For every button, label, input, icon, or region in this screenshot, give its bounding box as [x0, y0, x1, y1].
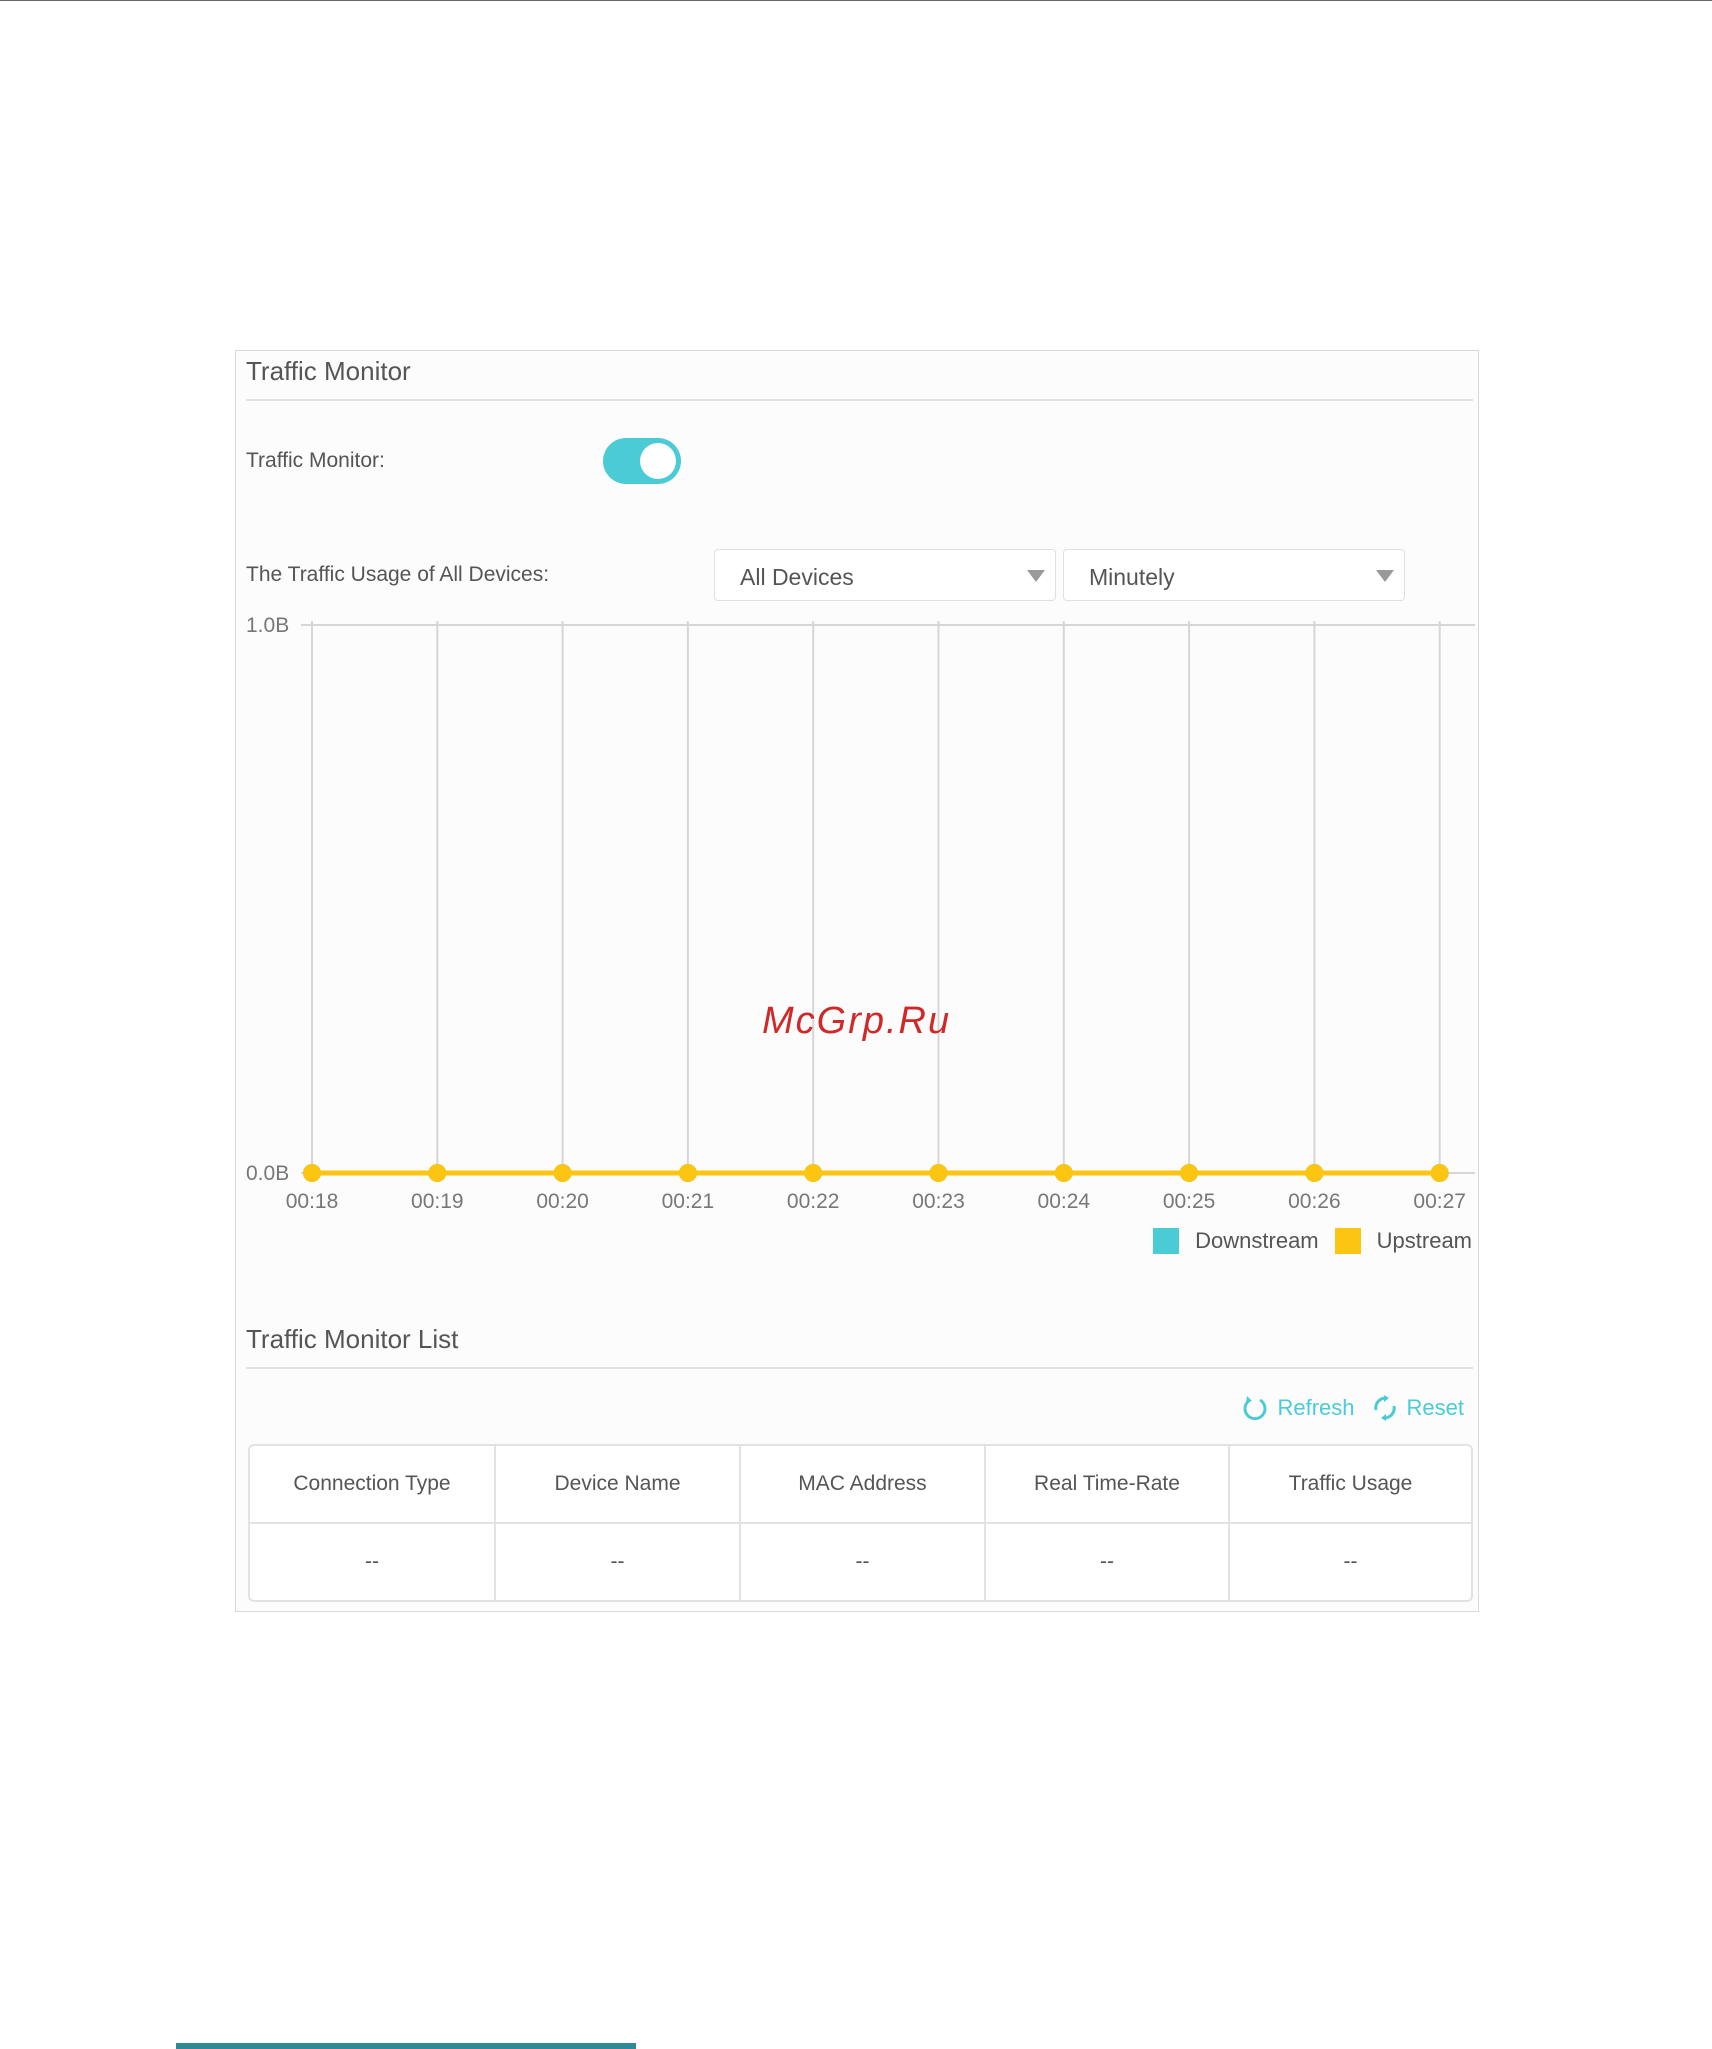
list-actions: Refresh Reset	[1225, 1394, 1464, 1422]
data-point	[553, 1164, 572, 1182]
table-cell: --	[496, 1524, 741, 1600]
legend-item: Downstream	[1153, 1228, 1319, 1254]
x-tick-label: 00:22	[787, 1190, 840, 1213]
x-tick-label: 00:23	[912, 1190, 965, 1213]
x-tick-label: 00:26	[1288, 1190, 1341, 1213]
legend-label: Downstream	[1195, 1228, 1319, 1253]
list-title-divider	[246, 1367, 1473, 1369]
data-point	[1430, 1164, 1449, 1182]
legend-swatch	[1334, 1228, 1361, 1254]
chart-legend: Downstream Upstream	[1137, 1228, 1472, 1254]
refresh-label: Refresh	[1277, 1395, 1355, 1420]
table-cell: --	[250, 1524, 496, 1600]
x-tick-label: 00:24	[1038, 1190, 1091, 1213]
traffic-monitor-table: Connection Type Device Name MAC Address …	[248, 1444, 1473, 1602]
reset-label: Reset	[1406, 1395, 1464, 1420]
reset-button[interactable]: Reset	[1371, 1394, 1464, 1422]
traffic-monitor-list-title: Traffic Monitor List	[246, 1324, 459, 1354]
y-tick-label: 0.0B	[246, 1162, 289, 1185]
legend-swatch	[1153, 1228, 1180, 1254]
page-top-rule	[0, 0, 1712, 1]
table-cell: --	[1343, 1550, 1358, 1573]
data-point	[428, 1164, 447, 1182]
data-point	[303, 1164, 321, 1182]
refresh-button[interactable]: Refresh	[1241, 1394, 1355, 1422]
data-point	[804, 1164, 823, 1182]
legend-label: Upstream	[1376, 1228, 1472, 1253]
x-tick-label: 00:27	[1413, 1190, 1466, 1213]
data-point	[678, 1164, 697, 1182]
x-tick-label: 00:25	[1163, 1190, 1216, 1213]
y-tick-label: 1.0B	[246, 614, 289, 637]
watermark-text: McGrp.Ru	[762, 1000, 952, 1042]
column-header-real-time-rate: Real Time-Rate	[986, 1446, 1230, 1524]
x-tick-label: 00:18	[286, 1190, 339, 1213]
x-tick-label: 00:20	[536, 1190, 589, 1213]
column-header-connection-type: Connection Type	[250, 1446, 496, 1524]
traffic-monitor-panel: Traffic Monitor Traffic Monitor: The Tra…	[235, 350, 1479, 1612]
data-point	[1054, 1164, 1073, 1182]
legend-item: Upstream	[1334, 1228, 1472, 1254]
column-header-mac-address: MAC Address	[741, 1446, 986, 1524]
page-bottom-bar	[176, 2043, 636, 2049]
data-point	[929, 1164, 948, 1182]
column-header-traffic-usage: Traffic Usage	[1230, 1446, 1471, 1524]
data-point	[1305, 1164, 1324, 1182]
table-cell: --	[741, 1524, 986, 1600]
column-header-device-name: Device Name	[496, 1446, 741, 1524]
traffic-chart: 0.0B 1.0B 00:18 00:19 00:20 00:21 00:22 00:23 00…	[246, 614, 1475, 1213]
data-point	[1180, 1164, 1199, 1182]
reset-icon	[1373, 1395, 1396, 1421]
x-tick-label: 00:21	[662, 1190, 715, 1213]
refresh-icon	[1243, 1396, 1267, 1421]
table-cell: --	[986, 1524, 1230, 1600]
x-tick-label: 00:19	[411, 1190, 464, 1213]
